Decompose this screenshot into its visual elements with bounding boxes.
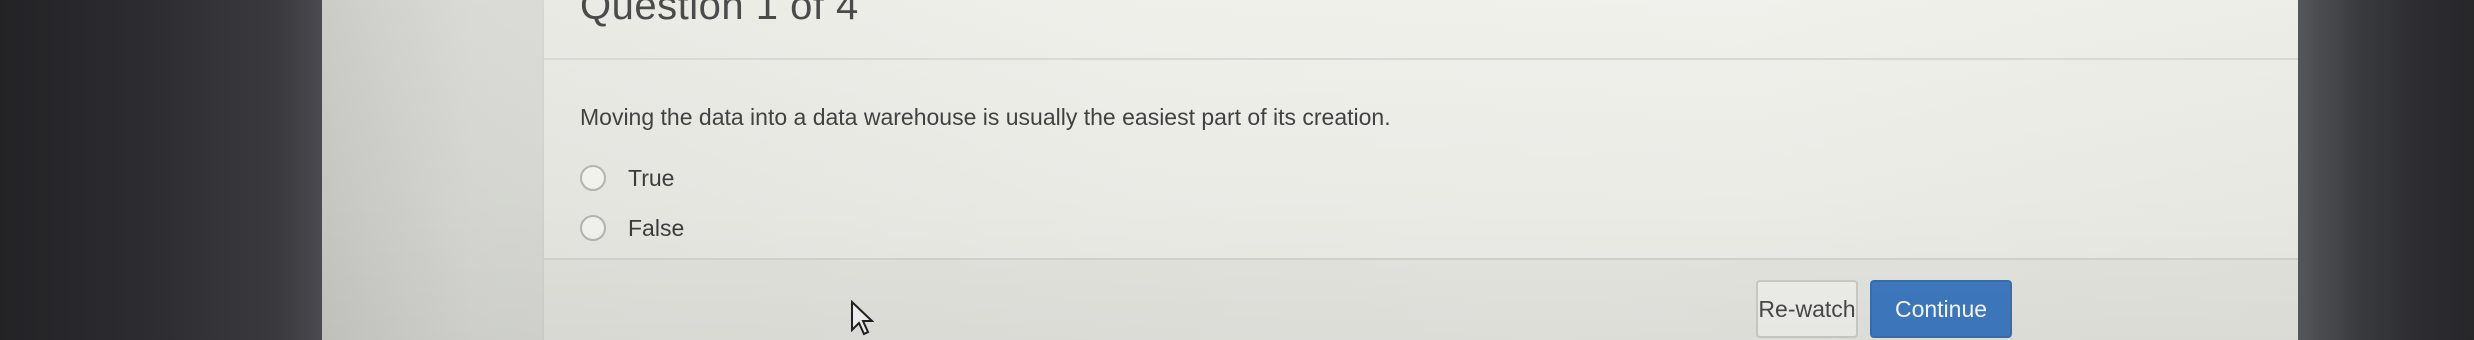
answer-option-true[interactable]: True [580,160,674,196]
monitor-bezel-right [2298,0,2474,340]
rewatch-button[interactable]: Re-watch [1756,280,1858,338]
answer-option-false[interactable]: False [580,210,684,246]
quiz-panel: Question 1 of 4 Moving the data into a d… [542,0,2394,340]
mouse-pointer-icon [851,300,874,336]
quiz-header: Question 1 of 4 [544,0,2392,60]
radio-button-true[interactable] [580,165,606,191]
photo-frame: Question 1 of 4 Moving the data into a d… [0,0,2474,340]
continue-button[interactable]: Continue [1870,280,2012,338]
answer-label-true: True [628,164,675,191]
question-text: Moving the data into a data warehouse is… [580,104,1391,130]
monitor-bezel-left [0,0,322,340]
radio-button-false[interactable] [580,215,606,241]
quiz-footer: Re-watch Continue [544,258,2392,340]
page-title: Question 1 of 4 [580,0,859,28]
answer-label-false: False [628,214,685,241]
screen: Question 1 of 4 Moving the data into a d… [322,0,2394,340]
